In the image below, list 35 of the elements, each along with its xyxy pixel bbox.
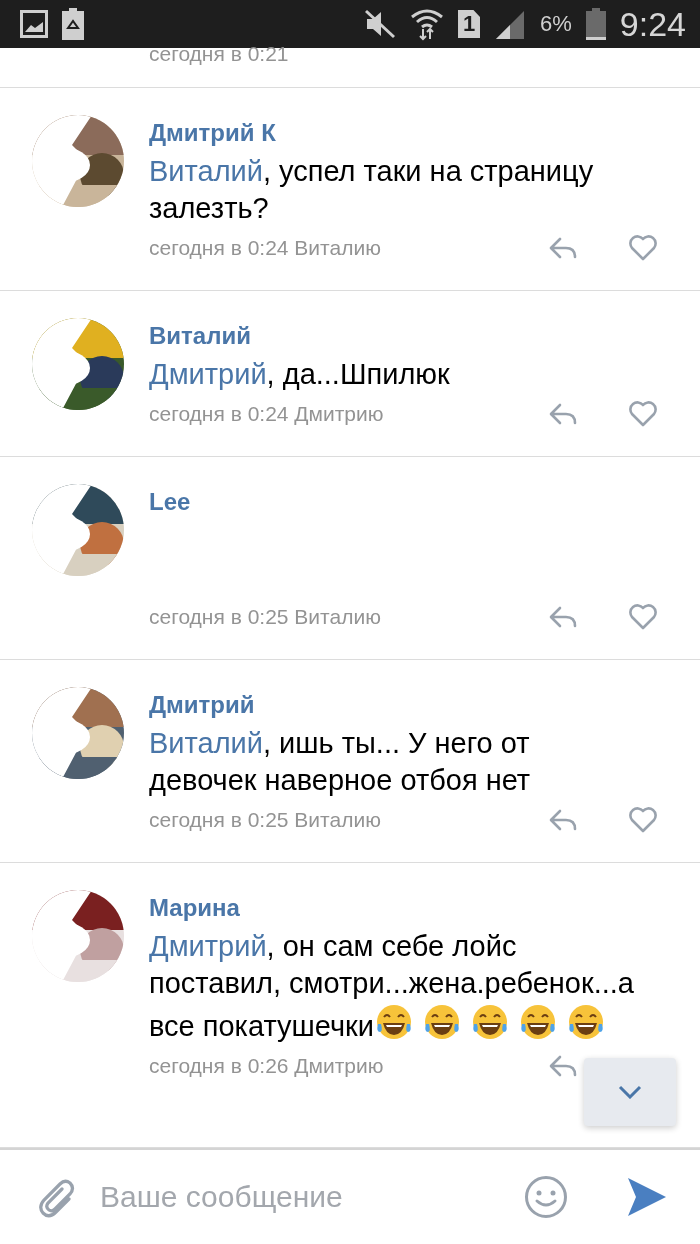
mention-link[interactable]: Дмитрий — [149, 358, 267, 390]
comment-text: Дмитрий, он сам себе лойс поставил, смотри...жена.ребенок...а все покатушечки — [149, 929, 635, 1044]
signal-icon — [494, 9, 526, 39]
heart-icon[interactable] — [626, 602, 660, 632]
smiley-icon[interactable] — [524, 1175, 568, 1219]
recycle-battery-icon — [62, 8, 84, 40]
comment-timestamp: сегодня в 0:25 Виталию — [149, 807, 382, 833]
comment-timestamp: сегодня в 0:24 Виталию — [149, 235, 382, 261]
heart-icon[interactable] — [626, 233, 660, 263]
comment-text: Виталий, ишь ты... У него от девочек наверное отбоя нет — [149, 726, 532, 798]
mute-icon — [364, 9, 396, 39]
author-name[interactable]: Марина — [149, 892, 660, 924]
wifi-icon — [410, 7, 444, 41]
sim-icon: 1 — [458, 10, 480, 38]
image-icon — [20, 10, 48, 38]
mention-link[interactable]: Виталий — [149, 155, 263, 187]
comment-text: Виталий, успел таки на страницу залезть? — [149, 154, 595, 226]
author-name[interactable]: Дмитрий — [149, 689, 660, 721]
mention-link[interactable]: Дмитрий — [149, 930, 267, 962]
comment-timestamp: сегодня в 0:26 Дмитрию — [149, 1053, 385, 1079]
author-name[interactable]: Lee — [149, 486, 660, 518]
clock: 9:24 — [619, 4, 686, 44]
battery-percentage: 6% — [540, 11, 572, 37]
comment-timestamp: сегодня в 0:25 Виталию — [149, 604, 382, 630]
battery-icon — [585, 8, 606, 40]
chevron-down-icon — [618, 1085, 642, 1099]
comment-text: Дмитрий, да...Шпилюк — [149, 357, 451, 392]
author-name[interactable]: Дмитрий К — [149, 117, 660, 149]
send-icon[interactable] — [626, 1176, 668, 1218]
comment-timestamp: сегодня в 0:24 Дмитрию — [149, 401, 385, 427]
heart-icon[interactable] — [626, 399, 660, 429]
comment-timestamp: сегодня в 0:21 — [149, 42, 290, 66]
mention-link[interactable]: Виталий — [149, 727, 263, 759]
author-name[interactable]: Виталий — [149, 320, 660, 352]
heart-icon[interactable] — [626, 805, 660, 835]
